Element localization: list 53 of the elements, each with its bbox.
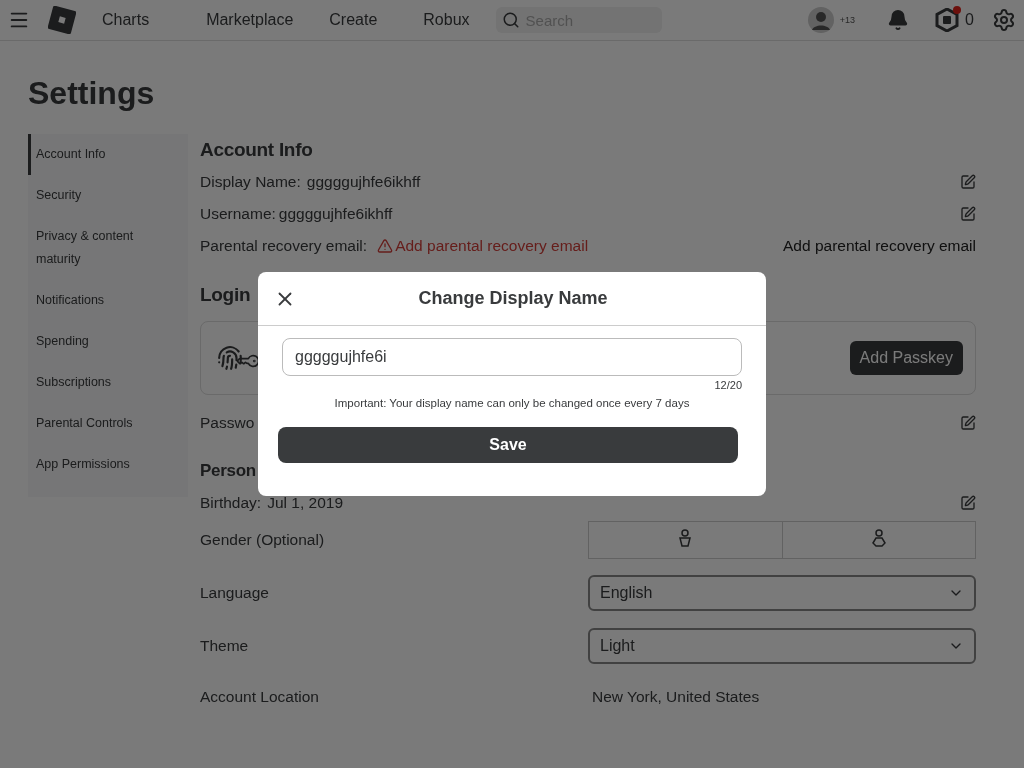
passkey-icon [217, 345, 259, 371]
field-value: gggggujhfe6ikhff [306, 173, 421, 191]
nav-link[interactable]: Charts [102, 11, 150, 29]
field-label: Gender (Optional) [200, 531, 326, 549]
sidebar-item[interactable]: Notifications [28, 280, 188, 321]
field-value: New York, United States [592, 688, 760, 706]
field-label: Theme [200, 636, 250, 655]
search-icon [501, 11, 520, 29]
language-select[interactable]: English [588, 574, 976, 611]
field-value: Jul 1, 2019 [267, 494, 343, 512]
field-label: Username: [200, 205, 276, 223]
field-label: Language [200, 583, 270, 602]
save-button[interactable]: Save [278, 427, 738, 463]
robux-balance: 0 [965, 11, 974, 29]
logo-icon[interactable] [48, 6, 76, 34]
settings-icon[interactable] [992, 8, 1016, 32]
action-link[interactable]: Add parental recovery email [783, 237, 976, 255]
dialog-title: Change Display Name [417, 288, 609, 309]
page-title: Settings [28, 75, 156, 112]
section-heading: Login [200, 283, 251, 307]
robux-icon[interactable] [935, 8, 960, 32]
warning-link[interactable]: Add parental recovery email [377, 237, 589, 255]
dialog-note: Important: Your display name can only be changed once every 7 days [333, 397, 691, 409]
sidebar-item[interactable]: Account Info [28, 134, 188, 175]
avatar-icon[interactable] [807, 7, 834, 33]
field-label: Account Location [200, 688, 320, 706]
field-label: Parental recovery email: [200, 237, 368, 255]
field-label: Birthday: [200, 494, 262, 512]
friend-count: +13 [839, 15, 856, 25]
nav-link[interactable]: Robux [423, 11, 470, 29]
edit-icon[interactable] [960, 174, 976, 190]
notifications-icon[interactable] [887, 9, 910, 31]
nav-link[interactable]: Create [329, 11, 378, 29]
field-label: Passwo [200, 414, 255, 432]
sidebar-item[interactable]: Parental Controls [28, 403, 188, 444]
sidebar-item[interactable]: App Permissions [28, 444, 188, 485]
sidebar-item[interactable]: Spending [28, 321, 188, 362]
theme-select[interactable]: Light [588, 627, 976, 664]
field-value: gggggujhfe6ikhff [278, 205, 393, 223]
display-name-input[interactable]: gggggujhfe6i [282, 338, 742, 376]
sidebar-item[interactable]: Privacy & content maturity [28, 216, 188, 280]
edit-icon[interactable] [960, 206, 976, 222]
character-counter: 12/20 [713, 379, 743, 391]
sidebar-item[interactable]: Subscriptions [28, 362, 188, 403]
field-label: Display Name: [200, 173, 301, 191]
edit-icon[interactable] [960, 495, 976, 511]
edit-icon[interactable] [960, 415, 976, 431]
sidebar-item[interactable]: Security [28, 175, 188, 216]
nav-link[interactable]: Marketplace [206, 11, 294, 29]
add-passkey-button[interactable]: Add Passkey [849, 341, 963, 375]
section-heading: Person [200, 460, 256, 482]
section-heading: Account Info [200, 138, 313, 162]
warning-icon [377, 238, 394, 254]
